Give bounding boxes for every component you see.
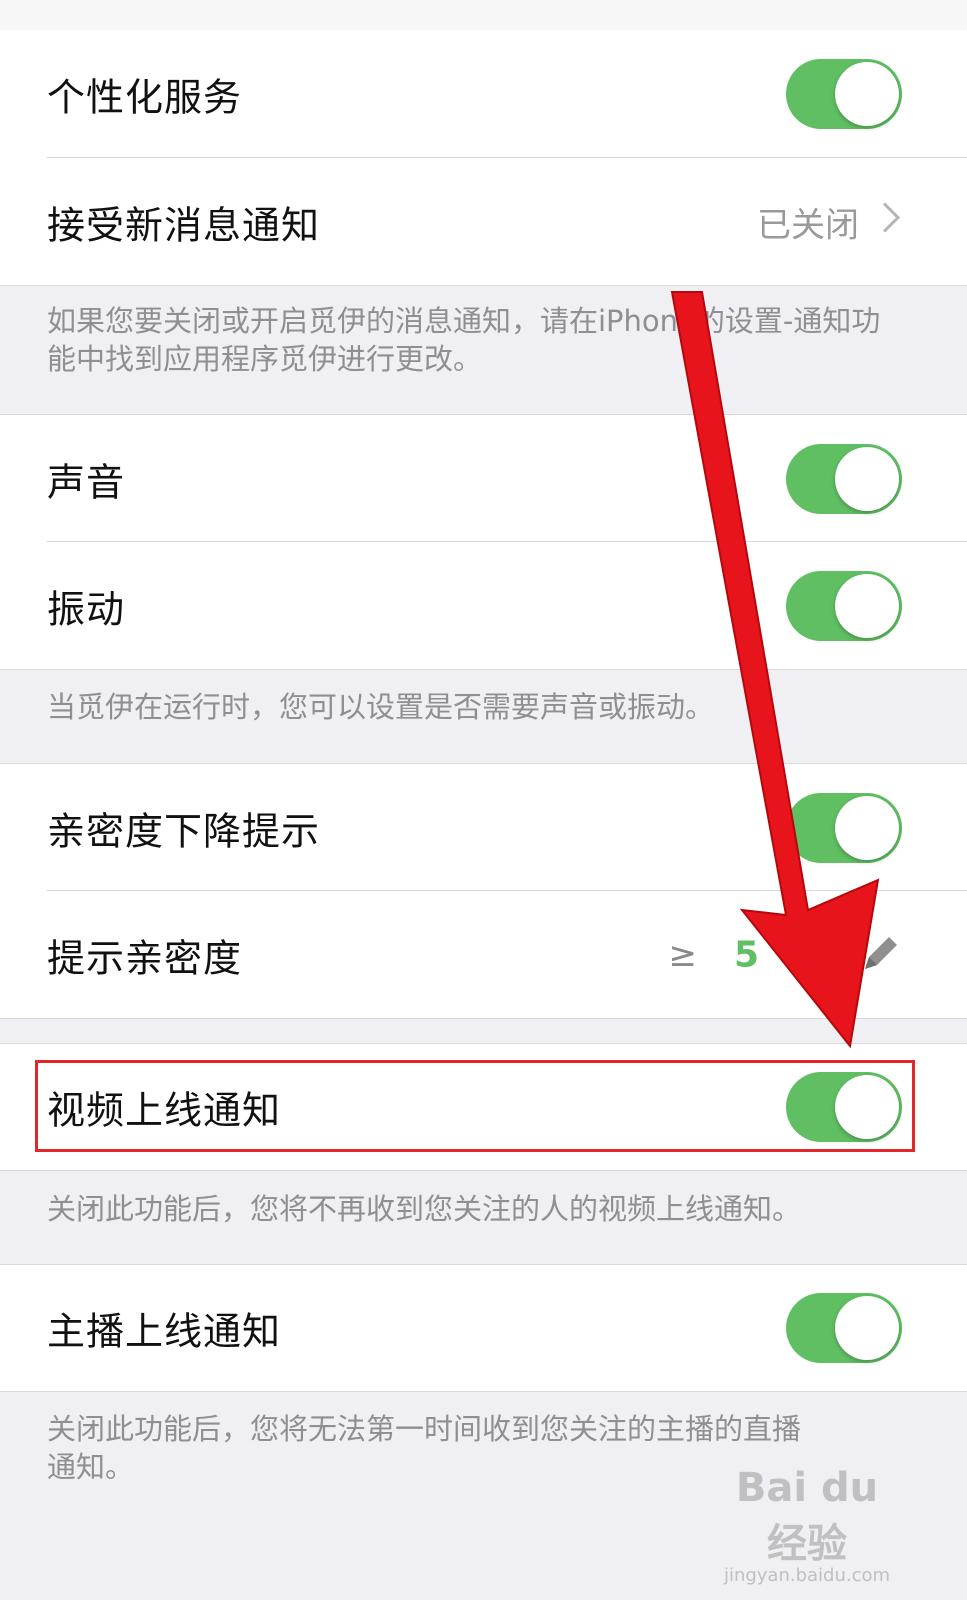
sound-toggle[interactable]	[786, 443, 902, 514]
toggle-knob	[835, 62, 899, 126]
intimacy-operator: ≥	[668, 934, 698, 975]
new-message-notify-label: 接受新消息通知	[47, 203, 321, 247]
sound-label: 声音	[47, 460, 126, 504]
vibration-toggle[interactable]	[786, 570, 902, 641]
new-message-notify-value: 已关闭	[757, 205, 859, 245]
anchor-note: 关闭此功能后，您将无法第一时间收到您关注的主播的直播通知。	[47, 1412, 802, 1484]
watermark-site: jingyan.baidu.com	[723, 1565, 891, 1586]
top-partial-row	[0, 0, 967, 31]
row-intimacy-threshold: 提示亲密度 ≥ 5	[0, 891, 967, 1019]
watermark-brand: Bai du 经验	[735, 1465, 879, 1567]
row-anchor-online: 主播上线通知	[0, 1264, 967, 1392]
personalized-service-toggle[interactable]	[786, 59, 902, 129]
anchor-online-toggle[interactable]	[786, 1293, 902, 1363]
video-note: 关闭此功能后，您将不再收到您关注的人的视频上线通知。	[47, 1192, 802, 1226]
intimacy-drop-toggle[interactable]	[786, 792, 902, 863]
toggle-knob	[835, 573, 899, 638]
notify-note: 如果您要关闭或开启觅伊的消息通知，请在iPhone的设置-通知功能中找到应用程序…	[47, 304, 881, 376]
toggle-knob	[835, 1296, 899, 1360]
row-sound: 声音	[0, 414, 967, 542]
sound-note: 当觅伊在运行时，您可以设置是否需要声音或振动。	[47, 690, 715, 724]
video-online-toggle[interactable]	[786, 1072, 902, 1142]
row-intimacy-drop: 亲密度下降提示	[0, 763, 967, 891]
baidu-jingyan-watermark: Bai du 经验 jingyan.baidu.com	[717, 1465, 897, 1586]
video-online-label: 视频上线通知	[47, 1088, 282, 1133]
toggle-knob	[835, 1075, 899, 1139]
row-video-online: 视频上线通知	[0, 1043, 967, 1171]
anchor-online-label: 主播上线通知	[47, 1309, 282, 1354]
pencil-icon[interactable]	[859, 931, 903, 979]
row-personalized-service: 个性化服务	[0, 30, 967, 158]
chevron-right-icon	[881, 200, 901, 243]
toggle-knob	[835, 795, 899, 860]
row-new-message-notify[interactable]: 接受新消息通知 已关闭	[0, 158, 967, 286]
intimacy-threshold-value: 5	[733, 934, 759, 975]
intimacy-drop-label: 亲密度下降提示	[47, 809, 321, 853]
intimacy-threshold-label: 提示亲密度	[47, 936, 243, 980]
toggle-knob	[835, 446, 899, 511]
vibration-label: 振动	[47, 587, 126, 631]
row-vibration: 振动	[0, 542, 967, 670]
personalized-service-label: 个性化服务	[47, 75, 243, 120]
